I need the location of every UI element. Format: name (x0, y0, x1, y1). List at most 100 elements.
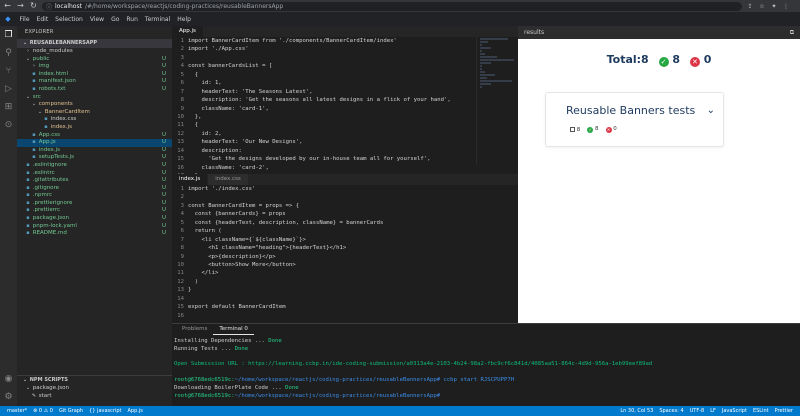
tree-item[interactable]: ⌄ src (17, 94, 172, 102)
chevron-down-icon[interactable]: ⌄ (707, 105, 715, 116)
minimap-line (480, 86, 482, 88)
back-icon[interactable]: ← (3, 0, 12, 12)
git-graph-icon[interactable]: ⊙ (0, 116, 17, 134)
tree-item[interactable]: ▪ package.json U (17, 215, 172, 223)
tree-item-label: package.json (31, 385, 69, 391)
extensions-icon[interactable]: ⊞ (0, 98, 17, 116)
tree-item[interactable]: ▪ robots.txt U (17, 86, 172, 94)
tree-item-label: robots.txt (37, 85, 66, 92)
tree-item[interactable]: ▪ App.js U (17, 139, 172, 147)
tree-item[interactable]: › node_modules (17, 48, 172, 56)
tree-item[interactable]: ⌄ public U (17, 56, 172, 64)
tree-item-label: start (37, 392, 52, 399)
tree-item[interactable]: ▪ App.css U (17, 132, 172, 140)
star-icon[interactable]: ☆ (758, 3, 766, 10)
reload-icon[interactable]: ↻ (29, 0, 38, 12)
status-item-left[interactable]: ⊗ 0 ⚠ 0 (30, 408, 56, 414)
status-item-right[interactable]: LF (707, 408, 719, 414)
terminal-tabs: Problems Terminal 0 (172, 324, 800, 335)
menu-selection[interactable]: Selection (52, 16, 87, 23)
code-text: <h1 className="heading">{headerText}</h1… (188, 245, 347, 252)
menu-edit[interactable]: Edit (33, 16, 52, 23)
forward-icon[interactable]: → (16, 0, 25, 12)
tab-index-js[interactable]: index.js (172, 174, 209, 185)
tab-index-css[interactable]: index.css (208, 174, 249, 185)
menu-view[interactable]: View (86, 16, 107, 23)
menu-help[interactable]: Help (174, 16, 195, 23)
tree-item[interactable]: ▪ README.md U (17, 230, 172, 238)
tree-item[interactable]: ⌄ BannerCardItem (17, 109, 172, 117)
address-bar[interactable]: ⓘ localhost/#/home/workspace/reactjs/cod… (42, 1, 742, 11)
tree-item[interactable]: ▪ manifest.json U (17, 78, 172, 86)
menu-run[interactable]: Run (123, 16, 142, 23)
test-suite-card[interactable]: Reusable Banners tests ⌄ 8 ✓ 8 ✕ 0 (545, 92, 724, 147)
code-line: 1 import BannerCardItem from './component… (172, 37, 518, 45)
results-tab[interactable]: results ⧉ (518, 26, 800, 39)
tree-item[interactable]: ▪ .gitattributes U (17, 177, 172, 185)
share-icon[interactable]: ⇪ (746, 3, 754, 10)
menu-icon[interactable]: ⋮ (782, 3, 790, 10)
terminal-output[interactable]: Installing Dependencies ... Done Running … (172, 335, 800, 400)
tree-item[interactable]: ▪ index.html U (17, 71, 172, 79)
minimap[interactable] (476, 37, 518, 165)
tab-app-js[interactable]: App.js (172, 26, 204, 37)
tree-item[interactable]: ⌄ package.json (17, 385, 172, 393)
code-text: import BannerCardItem from './components… (188, 38, 397, 44)
explorer-icon[interactable]: ❐ (0, 26, 17, 44)
minimap-line (480, 56, 497, 58)
status-item-right[interactable]: Spaces: 4 (656, 408, 686, 414)
tree-item[interactable]: ▪ .prettierrc U (17, 207, 172, 215)
code-pane-bottom[interactable]: 1 import './index.css' 2 3 const BannerCardI… (172, 185, 518, 323)
tree-item[interactable]: › img U (17, 63, 172, 71)
tree-item[interactable]: ✎ start (17, 393, 172, 401)
tree-item[interactable]: ⌄ components (17, 101, 172, 109)
line-number: 15 (177, 156, 184, 163)
status-item-left[interactable]: App.js (124, 408, 145, 414)
tree-item[interactable]: ▪ .prettierignore U (17, 200, 172, 208)
status-item-right[interactable]: Ln 30, Col 53 (617, 408, 656, 414)
tree-item-label: index.js (49, 123, 72, 130)
tree-item-label: img (37, 63, 50, 70)
tree-item[interactable]: ▪ index.js U (17, 147, 172, 155)
account-icon[interactable]: ◉ (0, 370, 17, 388)
search-icon[interactable]: ⚲ (0, 44, 17, 62)
project-header[interactable]: ⌄ REUSABLEBANNERSAPP (17, 39, 172, 48)
settings-gear-icon[interactable]: ⚙ (0, 388, 17, 406)
source-control-icon[interactable]: ⑂ (0, 62, 17, 80)
code-line: 8 description: 'Get the seasons all late… (172, 96, 518, 104)
open-external-icon[interactable]: ⧉ (790, 26, 794, 39)
tree-item[interactable]: ▪ .gitignore U (17, 185, 172, 193)
tree-item[interactable]: ▪ .eslintrc U (17, 170, 172, 178)
status-item-left[interactable]: {} javascript (86, 408, 124, 414)
status-item-left[interactable]: Git Graph (56, 408, 86, 414)
tree-item[interactable]: ▪ pnpm-lock.yaml U (17, 223, 172, 231)
minimap-line (480, 71, 485, 73)
menu-file[interactable]: File (16, 16, 33, 23)
status-item-right[interactable]: ESLint (750, 408, 772, 414)
code-text: { (188, 71, 199, 78)
tree-item[interactable]: ▪ .eslintignore U (17, 162, 172, 170)
menu-go[interactable]: Go (108, 16, 123, 23)
status-item-right[interactable]: JavaScript (719, 408, 750, 414)
code-pane-top[interactable]: 1 import BannerCardItem from './component… (172, 37, 518, 174)
run-debug-icon[interactable]: ▷ (0, 80, 17, 98)
line-number: 14 (177, 147, 184, 154)
terminal-line: root@6768edc6519c:~/home/workspace/react… (174, 393, 798, 401)
npm-scripts-header[interactable]: ⌄ NPM SCRIPTS (17, 376, 172, 385)
line-number: 8 (180, 245, 184, 252)
tree-item-label: public (31, 55, 50, 62)
status-item-right[interactable]: Prettier (772, 408, 796, 414)
tree-item[interactable]: ▪ .npmrc U (17, 192, 172, 200)
status-item-right[interactable]: UTF-8 (687, 408, 708, 414)
tree-item[interactable]: ▪ index.css (17, 116, 172, 124)
status-item-left[interactable]: master* (4, 408, 30, 414)
terminal-tab[interactable]: Terminal 0 (213, 324, 254, 335)
total-square-icon (570, 126, 575, 132)
extensions-icon[interactable]: ✦ (770, 3, 778, 10)
tree-item[interactable]: ▪ setupTests.js U (17, 154, 172, 162)
terminal-tab[interactable]: Problems (176, 324, 213, 335)
menu-terminal[interactable]: Terminal (141, 16, 173, 23)
tree-item[interactable]: ▪ index.js (17, 124, 172, 132)
